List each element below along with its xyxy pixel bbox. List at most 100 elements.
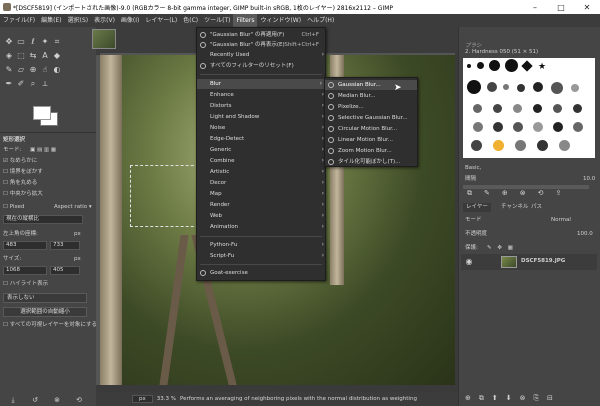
menu-item-median-blur[interactable]: Median Blur... xyxy=(325,91,419,101)
tab-paths[interactable]: パス xyxy=(531,203,542,212)
image-tab-thumbnail[interactable] xyxy=(92,29,116,49)
menu-item-zoom-motion-blur[interactable]: Zoom Motion Blur... xyxy=(325,146,419,156)
expand-checkbox[interactable]: ☐ 中央から拡大 xyxy=(3,190,43,199)
position-x-field[interactable]: 483 xyxy=(3,241,47,250)
menu-filters[interactable]: Filters xyxy=(233,14,258,27)
dodge-tool-icon[interactable]: ◐ xyxy=(52,65,62,75)
crop-tool-icon[interactable]: ⌗ xyxy=(52,37,62,47)
lasso-tool-icon[interactable]: ℓ xyxy=(28,37,38,47)
save-options-icon[interactable]: ⤓ xyxy=(8,395,18,405)
menu-item-decor[interactable]: Decor › xyxy=(197,178,327,188)
menu-tools[interactable]: ツール(T) xyxy=(201,14,233,27)
menu-image[interactable]: 画像(I) xyxy=(118,14,142,27)
brush-actions[interactable]: ⧉✎⊕⊗⟲⇪ xyxy=(467,189,573,198)
foreground-color-swatch[interactable] xyxy=(33,106,51,120)
menu-item-light-shadow[interactable]: Light and Shadow › xyxy=(197,112,327,122)
brush-category[interactable]: Basic, xyxy=(465,164,481,173)
transform-tool-icon[interactable]: ⬚ xyxy=(16,51,26,61)
menu-item-edge-detect[interactable]: Edge-Detect › xyxy=(197,134,327,144)
menu-item-generic[interactable]: Generic › xyxy=(197,145,327,155)
delete-options-icon[interactable]: ⊗ xyxy=(52,395,62,405)
zoom-dropdown[interactable]: 33.3 % xyxy=(157,396,176,402)
warp-tool-icon[interactable]: ◈ xyxy=(4,51,14,61)
layer-row[interactable]: ◉ DSCF5819.JPG xyxy=(461,254,597,270)
menu-colors[interactable]: 色(C) xyxy=(180,14,201,27)
menu-item-pixelize[interactable]: Pixelize... xyxy=(325,102,419,112)
paths-tool-icon[interactable]: ✒ xyxy=(4,79,14,89)
eye-icon[interactable]: ◉ xyxy=(464,257,474,267)
eraser-tool-icon[interactable]: ▱ xyxy=(16,65,26,75)
menu-layer[interactable]: レイヤー(L) xyxy=(142,14,180,27)
move-tool-icon[interactable]: ✥ xyxy=(4,37,14,47)
unit-dropdown[interactable]: px xyxy=(132,395,153,403)
menu-select[interactable]: 選択(S) xyxy=(65,14,92,27)
minimize-button[interactable]: – xyxy=(522,0,548,14)
brush-grid[interactable]: ★ xyxy=(463,58,595,158)
menu-item-render[interactable]: Render › xyxy=(197,200,327,210)
maximize-button[interactable]: □ xyxy=(548,0,574,14)
menu-item-blur[interactable]: Blur › xyxy=(197,79,325,89)
rect-select-tool-icon[interactable]: ▭ xyxy=(16,37,26,47)
zoom-tool-icon[interactable]: ⌕ xyxy=(28,79,38,89)
auto-shrink-button[interactable]: 選択範囲の自動縮小 xyxy=(3,307,87,317)
menu-item-web[interactable]: Web › xyxy=(197,211,327,221)
menu-item-combine[interactable]: Combine › xyxy=(197,156,327,166)
layer-actions[interactable]: ⊕⧉⬆⬇⊗⎘⊟ xyxy=(465,394,561,403)
mode-buttons[interactable]: ▣ ▤ ▥ ▦ xyxy=(30,146,56,155)
opacity-value[interactable]: 100.0 xyxy=(577,230,593,239)
restore-options-icon[interactable]: ↺ xyxy=(30,395,40,405)
current-ratio-field[interactable]: 現在の縦横比 xyxy=(3,215,83,224)
menu-view[interactable]: 表示(V) xyxy=(91,14,118,27)
size-h-field[interactable]: 405 xyxy=(50,266,80,275)
merged-checkbox[interactable]: ☐ すべての可視レイヤーを対象にする xyxy=(3,321,97,330)
spacing-value[interactable]: 10.0 xyxy=(583,175,595,184)
text-tool-icon[interactable]: A xyxy=(40,51,50,61)
menu-item-recently-used[interactable]: Recently Used › xyxy=(197,50,327,60)
size-w-field[interactable]: 1068 xyxy=(3,266,47,275)
feather-checkbox[interactable]: ☐ 境界をぼかす xyxy=(3,168,43,177)
menu-windows[interactable]: ウィンドウ(W) xyxy=(257,14,304,27)
antialias-checkbox[interactable]: ☑ なめらかに xyxy=(3,157,37,166)
reset-options-icon[interactable]: ⟲ xyxy=(74,395,84,405)
menu-item-map[interactable]: Map › xyxy=(197,189,327,199)
tab-channels[interactable]: チャンネル xyxy=(501,203,528,212)
tab-layers[interactable]: レイヤー xyxy=(463,203,491,212)
menu-item-gaussian-blur[interactable]: Gaussian Blur... xyxy=(325,80,417,90)
clone-tool-icon[interactable]: ⊕ xyxy=(28,65,38,75)
smudge-tool-icon[interactable]: ☝ xyxy=(40,65,50,75)
menu-item-circular-motion-blur[interactable]: Circular Motion Blur... xyxy=(325,124,419,134)
measure-tool-icon[interactable]: ⟂ xyxy=(40,79,50,89)
position-unit[interactable]: px xyxy=(74,230,81,239)
menu-edit[interactable]: 編集(E) xyxy=(38,14,64,27)
paintbrush-tool-icon[interactable]: ✎ xyxy=(4,65,14,75)
close-button[interactable]: ✕ xyxy=(574,0,600,14)
guides-dropdown[interactable]: 表示しない xyxy=(3,293,87,303)
flip-tool-icon[interactable]: ⇆ xyxy=(28,51,38,61)
aspect-dropdown[interactable]: Aspect ratio ▾ xyxy=(54,203,92,212)
color-picker-tool-icon[interactable]: ✐ xyxy=(16,79,26,89)
menu-item-linear-motion-blur[interactable]: Linear Motion Blur... xyxy=(325,135,419,145)
menu-item-animation[interactable]: Animation › xyxy=(197,222,327,232)
menu-item-reset-filters[interactable]: すべてのフィルターのリセット(F) xyxy=(197,61,327,71)
menu-item-python-fu[interactable]: Python-Fu › xyxy=(197,240,327,250)
menu-item-goat-exercise[interactable]: Goat-exercise xyxy=(197,268,327,278)
menu-item-artistic[interactable]: Artistic › xyxy=(197,167,327,177)
menu-item-selective-gaussian-blur[interactable]: Selective Gaussian Blur... xyxy=(325,113,419,123)
menu-item-tileable-blur[interactable]: タイル化可能ぼかし(T)... xyxy=(325,157,419,167)
rounded-checkbox[interactable]: ☐ 角を丸める xyxy=(3,179,37,188)
menu-item-distorts[interactable]: Distorts › xyxy=(197,101,327,111)
menu-item-reshow-filter[interactable]: "Gaussian Blur" の再表示(E) Shift+Ctrl+F xyxy=(197,40,327,50)
menu-item-noise[interactable]: Noise › xyxy=(197,123,327,133)
fixed-checkbox[interactable]: ☐ Pixed xyxy=(3,203,24,212)
position-y-field[interactable]: 733 xyxy=(50,241,80,250)
menu-item-enhance[interactable]: Enhance › xyxy=(197,90,327,100)
highlight-checkbox[interactable]: ☐ ハイライト表示 xyxy=(3,280,48,289)
size-unit[interactable]: px xyxy=(74,255,81,264)
layer-mode-dropdown[interactable]: Normal xyxy=(551,216,571,225)
menu-file[interactable]: ファイル(F) xyxy=(0,14,38,27)
menu-help[interactable]: ヘルプ(H) xyxy=(304,14,337,27)
menu-item-script-fu[interactable]: Script-Fu › xyxy=(197,251,327,261)
fuzzy-select-tool-icon[interactable]: ✦ xyxy=(40,37,50,47)
bucket-tool-icon[interactable]: ◆ xyxy=(52,51,62,61)
menu-item-repeat-filter[interactable]: "Gaussian Blur" の再適用(F) Ctrl+F xyxy=(197,30,327,40)
